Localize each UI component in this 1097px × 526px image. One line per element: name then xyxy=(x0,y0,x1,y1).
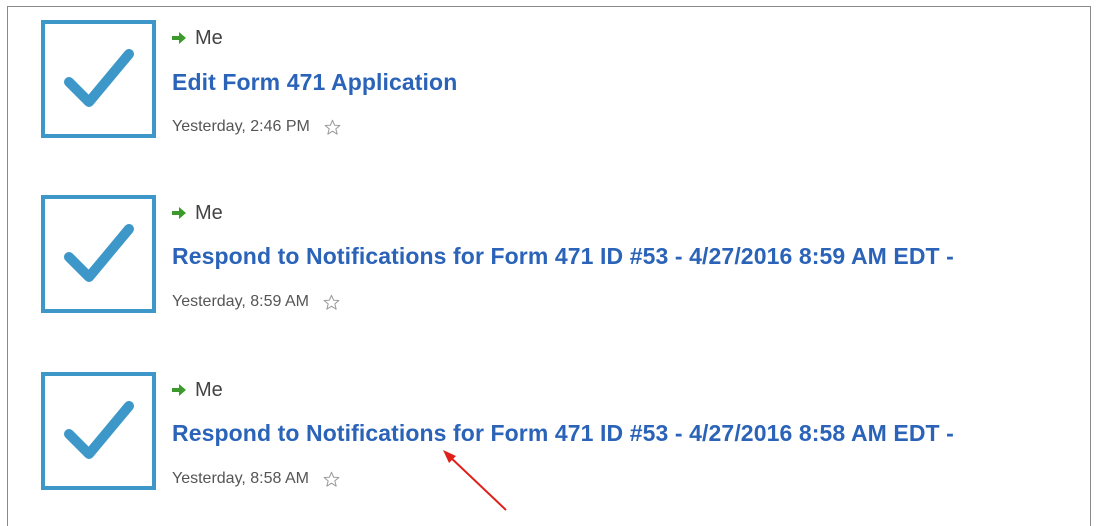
task-timestamp-row: Yesterday, 8:59 AM xyxy=(172,293,340,311)
red-arrow-icon xyxy=(443,450,507,511)
checkmark-icon xyxy=(64,401,134,459)
assignee-row: Me xyxy=(171,378,223,402)
arrow-right-icon xyxy=(172,384,186,396)
star-outline-icon[interactable] xyxy=(323,294,340,311)
task-status-tile xyxy=(41,195,156,313)
checkmark-icon xyxy=(64,224,134,282)
assignee-row: Me xyxy=(171,26,223,50)
task-timestamp: Yesterday, 8:58 AM xyxy=(172,470,309,487)
star-outline-icon[interactable] xyxy=(324,119,341,136)
task-status-tile xyxy=(41,372,156,490)
task-timestamp: Yesterday, 8:59 AM xyxy=(172,293,309,310)
list-item: Me Respond to Notifications for Form 471… xyxy=(41,195,1081,315)
task-title-link[interactable]: Respond to Notifications for Form 471 ID… xyxy=(172,243,954,270)
task-status-tile xyxy=(41,20,156,138)
task-title-link[interactable]: Respond to Notifications for Form 471 ID… xyxy=(172,420,954,447)
task-timestamp-row: Yesterday, 2:46 PM xyxy=(172,118,341,136)
task-timestamp: Yesterday, 2:46 PM xyxy=(172,118,310,135)
task-title-link[interactable]: Edit Form 471 Application xyxy=(172,69,457,96)
assignee-label: Me xyxy=(195,378,223,401)
list-item: Me Edit Form 471 Application Yesterday, … xyxy=(41,20,1081,140)
assignee-row: Me xyxy=(171,201,223,225)
checkmark-icon xyxy=(64,49,134,107)
assignee-label: Me xyxy=(195,201,223,224)
star-outline-icon[interactable] xyxy=(323,471,340,488)
arrow-right-icon xyxy=(172,32,186,44)
task-timestamp-row: Yesterday, 8:58 AM xyxy=(172,470,340,488)
arrow-right-icon xyxy=(172,207,186,219)
list-item: Me Respond to Notifications for Form 471… xyxy=(41,372,1081,492)
assignee-label: Me xyxy=(195,26,223,49)
